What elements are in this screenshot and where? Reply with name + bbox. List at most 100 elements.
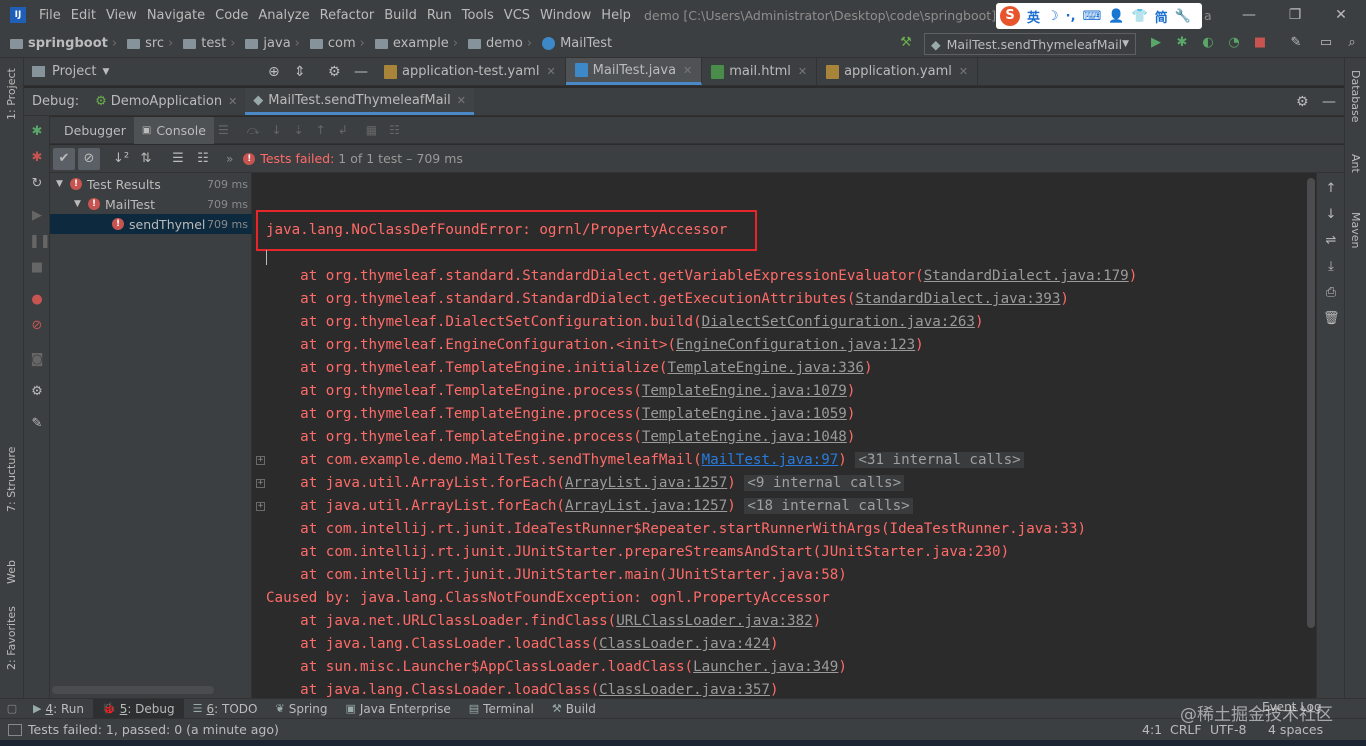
menu-item-refactor[interactable]: Refactor: [315, 8, 380, 23]
camera-icon[interactable]: ◙: [29, 352, 45, 368]
sort-duration-icon[interactable]: ⇅: [135, 148, 157, 170]
breadcrumb-item[interactable]: com ›: [304, 36, 365, 51]
menu-item-vcs[interactable]: VCS: [499, 8, 535, 23]
chevron-down-icon[interactable]: ▼: [56, 179, 70, 189]
layout-icon[interactable]: ▭: [1318, 35, 1334, 51]
stop-icon[interactable]: ■: [29, 260, 45, 276]
gear-icon[interactable]: ⚙: [328, 64, 341, 80]
search-icon[interactable]: ⌕: [1344, 35, 1360, 51]
expand-fold-icon[interactable]: +: [256, 479, 265, 488]
bottom-tab[interactable]: ⚒ Build: [543, 699, 605, 719]
expand-fold-icon[interactable]: +: [256, 456, 265, 465]
breadcrumb-item[interactable]: java ›: [239, 36, 300, 51]
internal-calls-fold[interactable]: <31 internal calls>: [855, 452, 1024, 468]
database-tool-button[interactable]: Database: [1349, 70, 1362, 123]
ime-toolbar[interactable]: S 英 ☽ ·, ⌨ 👤 👕 简 🔧: [996, 3, 1202, 29]
source-link[interactable]: ArrayList.java:1257: [565, 475, 727, 491]
chevron-down-icon[interactable]: ▼: [74, 199, 88, 209]
toggle-auto-test-icon[interactable]: ↻: [29, 176, 45, 192]
hide-icon[interactable]: —: [1322, 94, 1336, 110]
source-link[interactable]: Launcher.java:349: [693, 659, 838, 675]
sort-alpha-icon[interactable]: ↓²: [110, 148, 132, 170]
bottom-tab[interactable]: ▣ Java Enterprise: [336, 699, 459, 719]
trace-icon[interactable]: ☷: [389, 123, 400, 137]
source-link[interactable]: ClassLoader.java:357: [599, 682, 770, 698]
collapse-icon[interactable]: ⇕: [294, 64, 306, 80]
structure-tool-button[interactable]: 7: Structure: [5, 447, 18, 512]
menu-item-tools[interactable]: Tools: [457, 8, 499, 23]
editor-tab[interactable]: MailTest.java ✕: [565, 58, 703, 85]
source-link[interactable]: DialectSetConfiguration.java:263: [702, 314, 975, 330]
git-icon[interactable]: ✎: [1288, 35, 1304, 51]
source-link[interactable]: TemplateEngine.java:1059: [642, 406, 847, 422]
internal-calls-fold[interactable]: <18 internal calls>: [744, 498, 913, 514]
menu-item-window[interactable]: Window: [535, 8, 596, 23]
collapse-all-icon[interactable]: ☷: [192, 148, 214, 170]
run-configuration-select[interactable]: ◆ MailTest.sendThymeleafMail ▼: [924, 33, 1136, 55]
menu-item-file[interactable]: File: [34, 8, 66, 23]
bottom-tab[interactable]: 🐞 5: Debug: [92, 698, 184, 719]
evaluate-icon[interactable]: ▦: [366, 123, 377, 137]
maven-tool-button[interactable]: Maven: [1349, 212, 1362, 248]
bottom-tab[interactable]: ▤ Terminal: [460, 699, 543, 719]
favorites-tool-button[interactable]: 2: Favorites: [5, 606, 18, 670]
punctuation-icon[interactable]: ·,: [1066, 9, 1076, 24]
hide-icon[interactable]: —: [354, 64, 368, 80]
arrow-up-icon[interactable]: ↑: [1323, 181, 1339, 197]
menu-icon[interactable]: ☰: [218, 123, 229, 137]
close-icon[interactable]: ✕: [1318, 0, 1364, 30]
ant-tool-button[interactable]: Ant: [1349, 154, 1362, 173]
profile-icon[interactable]: ◔: [1226, 35, 1242, 51]
shirt-icon[interactable]: 👕: [1132, 9, 1148, 24]
scroll-to-end-icon[interactable]: ⤓: [1323, 259, 1339, 275]
run-icon[interactable]: ▶: [1148, 35, 1164, 51]
editor-tab[interactable]: mail.html ✕: [702, 58, 818, 85]
arrow-down-icon[interactable]: ↓: [1323, 207, 1339, 223]
pin-icon[interactable]: ✎: [29, 416, 45, 432]
tree-node-send-thymeleaf-mail[interactable]: ! sendThymelea 709 ms: [50, 214, 252, 234]
vertical-scrollbar[interactable]: [1307, 178, 1315, 628]
chevron-more-icon[interactable]: »: [226, 152, 233, 166]
view-breakpoints-icon[interactable]: ●: [29, 292, 45, 308]
menu-item-help[interactable]: Help: [596, 8, 636, 23]
menu-item-navigate[interactable]: Navigate: [142, 8, 210, 23]
caret-position[interactable]: 4:1: [1142, 722, 1162, 737]
show-passed-icon[interactable]: ✔: [53, 147, 75, 170]
breadcrumb-item[interactable]: test ›: [177, 36, 235, 51]
close-icon[interactable]: ✕: [959, 65, 968, 78]
stop-icon[interactable]: ■: [1252, 35, 1268, 51]
bottom-tab[interactable]: ☰ 6: TODO: [184, 699, 267, 719]
breadcrumb-item[interactable]: springboot ›: [8, 36, 117, 51]
source-link[interactable]: StandardDialect.java:393: [855, 291, 1060, 307]
internal-calls-fold[interactable]: <9 internal calls>: [744, 475, 905, 491]
tab-demo-application[interactable]: ⚙ DemoApplication ✕: [87, 88, 245, 115]
source-link[interactable]: TemplateEngine.java:1048: [642, 429, 847, 445]
restore-icon[interactable]: ❐: [1272, 0, 1318, 30]
pause-icon[interactable]: ❚❚: [29, 234, 51, 250]
moon-icon[interactable]: ☽: [1047, 9, 1059, 24]
step-out-icon[interactable]: ↑: [316, 123, 326, 137]
tree-node-test-results[interactable]: ▼ ! Test Results 709 ms: [56, 174, 252, 194]
ime-lang[interactable]: 英: [1027, 7, 1040, 26]
panel-toggle-icon[interactable]: ▢: [0, 699, 24, 719]
menu-item-run[interactable]: Run: [422, 8, 457, 23]
expand-all-icon[interactable]: ☰: [167, 148, 189, 170]
minimize-icon[interactable]: —: [1226, 0, 1272, 30]
project-view-select[interactable]: Project: [52, 64, 96, 79]
breadcrumb-item[interactable]: demo ›: [462, 36, 532, 51]
editor-tab[interactable]: application-test.yaml ✕: [375, 58, 566, 85]
show-ignored-icon[interactable]: ⊘: [78, 147, 100, 170]
bottom-tab[interactable]: ❦ Spring: [267, 699, 337, 719]
tree-node-mailtest[interactable]: ▼ ! MailTest 709 ms: [74, 194, 252, 214]
step-over-icon[interactable]: ⤼: [247, 123, 260, 138]
coverage-icon[interactable]: ◐: [1200, 35, 1216, 51]
close-icon[interactable]: ✕: [546, 65, 555, 78]
run-to-cursor-icon[interactable]: ↲: [338, 123, 348, 137]
menu-item-code[interactable]: Code: [210, 8, 253, 23]
source-link[interactable]: ArrayList.java:1257: [565, 498, 727, 514]
mute-breakpoints-icon[interactable]: ⊘: [29, 318, 45, 334]
hammer-icon[interactable]: ⚒: [898, 35, 914, 51]
close-icon[interactable]: ✕: [798, 65, 807, 78]
close-icon[interactable]: ✕: [683, 64, 692, 77]
trash-icon[interactable]: 🗑: [1323, 311, 1340, 327]
